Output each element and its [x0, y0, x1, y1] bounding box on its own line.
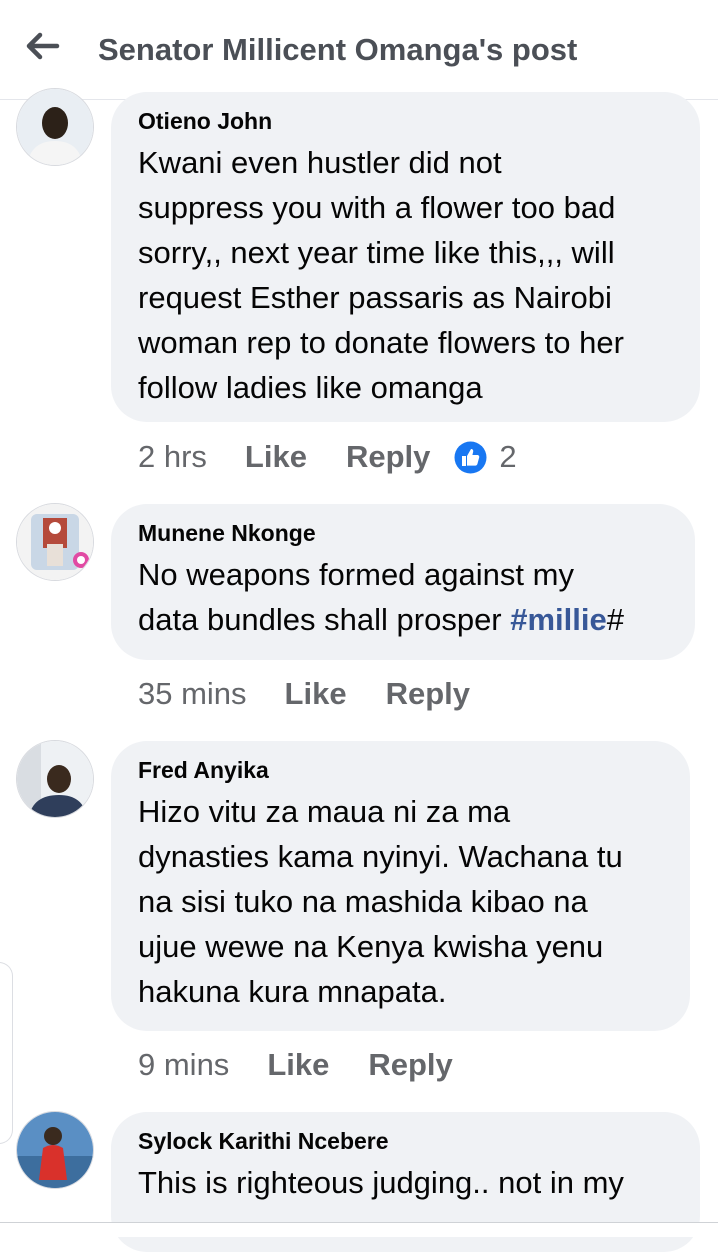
page-title: Senator Millicent Omanga's post	[98, 32, 578, 67]
reply-button[interactable]: Reply	[346, 439, 430, 475]
reaction-count: 2	[499, 439, 517, 474]
arrow-left-icon	[26, 32, 60, 60]
comment-timestamp: 35 mins	[138, 676, 247, 711]
like-button[interactable]: Like	[245, 439, 307, 475]
avatar-fred-anyika[interactable]	[16, 740, 94, 818]
avatar-sylock-karithi-ncebere[interactable]	[16, 1111, 94, 1189]
edge-handle[interactable]	[0, 962, 13, 1144]
back-button[interactable]	[22, 26, 70, 66]
comment-bubble: Fred Anyika Hizo vitu za maua ni za ma d…	[111, 741, 690, 1031]
like-reaction-icon	[454, 441, 487, 473]
comment-bubble: Munene Nkonge No weapons formed against …	[111, 504, 695, 660]
comment-text: No weapons formed against my data bundle…	[138, 557, 624, 637]
comment-timestamp: 2 hrs	[138, 439, 207, 474]
like-button[interactable]: Like	[285, 676, 347, 712]
comment-text: Kwani even hustler did not suppress you …	[138, 145, 624, 405]
avatar-otieno-john[interactable]	[16, 88, 94, 166]
comment-actions: 2 hrs Like Reply 2	[138, 437, 517, 477]
comment-text: This is righteous judging.. not in my	[138, 1165, 624, 1200]
comment-author[interactable]: Otieno John	[138, 108, 674, 134]
comment-text: Hizo vitu za maua ni za ma dynasties kam…	[138, 794, 623, 1009]
comment-author[interactable]: Fred Anyika	[138, 757, 664, 783]
comment-author[interactable]: Sylock Karithi Ncebere	[138, 1128, 674, 1154]
bottom-bar	[0, 1222, 718, 1237]
hashtag-link[interactable]: #millie	[510, 602, 607, 637]
comment-bubble: Otieno John Kwani even hustler did not s…	[111, 92, 700, 422]
avatar-munene-nkonge[interactable]	[16, 503, 94, 581]
comment-author[interactable]: Munene Nkonge	[138, 520, 669, 546]
comment-timestamp: 9 mins	[138, 1047, 230, 1082]
reply-button[interactable]: Reply	[386, 676, 470, 712]
top-bar: Senator Millicent Omanga's post	[0, 0, 718, 100]
like-button[interactable]: Like	[267, 1047, 329, 1083]
reply-button[interactable]: Reply	[368, 1047, 452, 1083]
comment-actions: 35 mins Like Reply	[138, 674, 509, 714]
comment-actions: 9 mins Like Reply	[138, 1045, 492, 1085]
reaction-summary[interactable]: 2	[454, 439, 517, 475]
